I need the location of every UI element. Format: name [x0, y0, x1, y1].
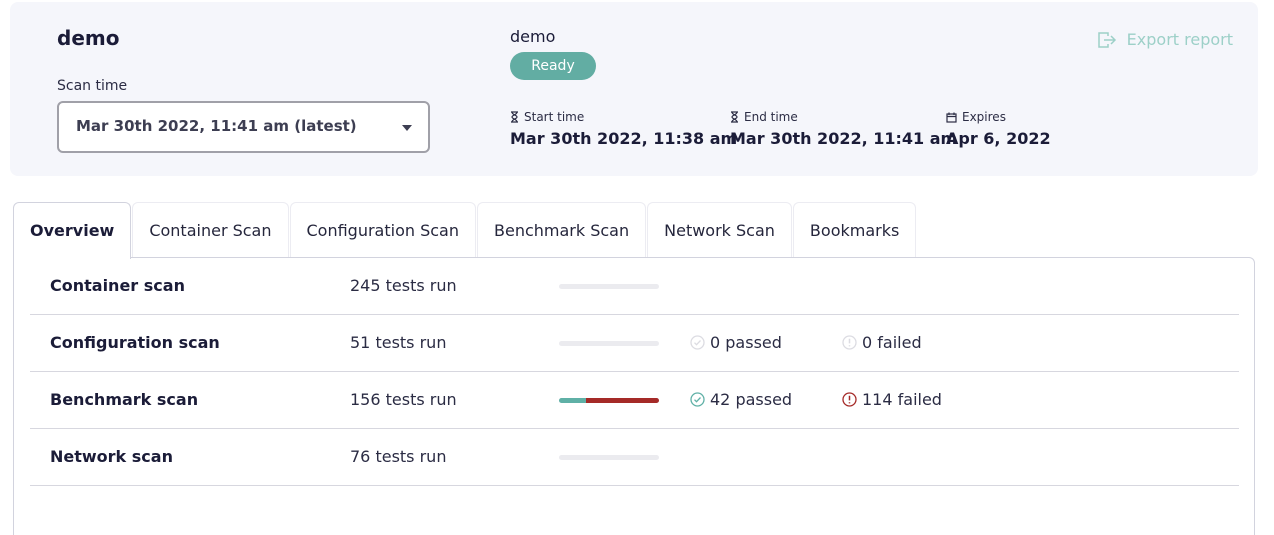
hourglass-icon: [731, 111, 738, 123]
hourglass-icon: [511, 111, 518, 123]
tests-run: 245 tests run: [350, 276, 457, 295]
tab-configuration-scan[interactable]: Configuration Scan: [289, 202, 476, 258]
passed-label: 0 passed: [710, 333, 782, 352]
scan-time-select[interactable]: Mar 30th 2022, 11:41 am (latest): [57, 101, 430, 153]
passed-count: 42 passed: [690, 390, 792, 409]
tab-network-scan[interactable]: Network Scan: [647, 202, 792, 258]
overview-row-container[interactable]: Container scan 245 tests run: [30, 258, 1239, 315]
tests-run: 76 tests run: [350, 447, 447, 466]
row-name: Benchmark scan: [50, 390, 199, 409]
failed-count: 0 failed: [842, 333, 922, 352]
end-time: End time Mar 30th 2022, 11:41 am: [730, 110, 957, 148]
result-bar: [559, 284, 659, 289]
passed-count: 0 passed: [690, 333, 782, 352]
status-badge: Ready: [510, 52, 596, 80]
result-bar: [559, 398, 659, 403]
tests-run: 156 tests run: [350, 390, 457, 409]
start-time: Start time Mar 30th 2022, 11:38 am: [510, 110, 737, 148]
check-circle-icon: [690, 335, 705, 350]
overview-row-benchmark[interactable]: Benchmark scan 156 tests run 42 passed 1…: [30, 372, 1239, 429]
scan-tabs: Overview Container Scan Configuration Sc…: [13, 202, 917, 259]
result-bar: [559, 341, 659, 346]
alert-circle-icon: [842, 392, 857, 407]
failed-label: 0 failed: [862, 333, 922, 352]
row-name: Configuration scan: [50, 333, 220, 352]
export-icon: [1097, 31, 1116, 48]
project-title: demo: [57, 26, 120, 50]
result-bar: [559, 455, 659, 460]
calendar-icon: [946, 112, 957, 123]
tab-overview[interactable]: Overview: [13, 202, 132, 259]
cluster-name: demo: [510, 27, 556, 46]
failed-label: 114 failed: [862, 390, 942, 409]
expires-value: Apr 6, 2022: [946, 129, 1051, 148]
expires-label: Expires: [962, 110, 1006, 124]
start-time-value: Mar 30th 2022, 11:38 am: [510, 129, 738, 148]
end-time-value: Mar 30th 2022, 11:41 am: [730, 129, 958, 148]
check-circle-icon: [690, 392, 705, 407]
alert-circle-icon: [842, 335, 857, 350]
export-report-label: Export report: [1126, 30, 1233, 49]
row-name: Network scan: [50, 447, 173, 466]
result-bar-pass: [559, 398, 586, 403]
passed-label: 42 passed: [710, 390, 793, 409]
tests-run: 51 tests run: [350, 333, 447, 352]
caret-down-icon: [402, 125, 412, 131]
tab-container-scan[interactable]: Container Scan: [132, 202, 289, 258]
scan-time-value: Mar 30th 2022, 11:41 am (latest): [76, 117, 357, 135]
overview-panel: Container scan 245 tests run Configurati…: [13, 257, 1255, 535]
scan-header: demo Scan time Mar 30th 2022, 11:41 am (…: [10, 2, 1258, 176]
result-bar-fail: [586, 398, 659, 403]
overview-row-network[interactable]: Network scan 76 tests run: [30, 429, 1239, 486]
failed-count: 114 failed: [842, 390, 942, 409]
overview-row-configuration[interactable]: Configuration scan 51 tests run 0 passed…: [30, 315, 1239, 372]
expires: Expires Apr 6, 2022: [946, 110, 1051, 148]
tab-benchmark-scan[interactable]: Benchmark Scan: [477, 202, 647, 258]
tab-bookmarks[interactable]: Bookmarks: [792, 202, 917, 258]
row-name: Container scan: [50, 276, 185, 295]
export-report-button[interactable]: Export report: [1097, 30, 1233, 49]
scan-time-label: Scan time: [57, 78, 128, 94]
end-time-label: End time: [744, 110, 798, 124]
start-time-label: Start time: [524, 110, 585, 124]
